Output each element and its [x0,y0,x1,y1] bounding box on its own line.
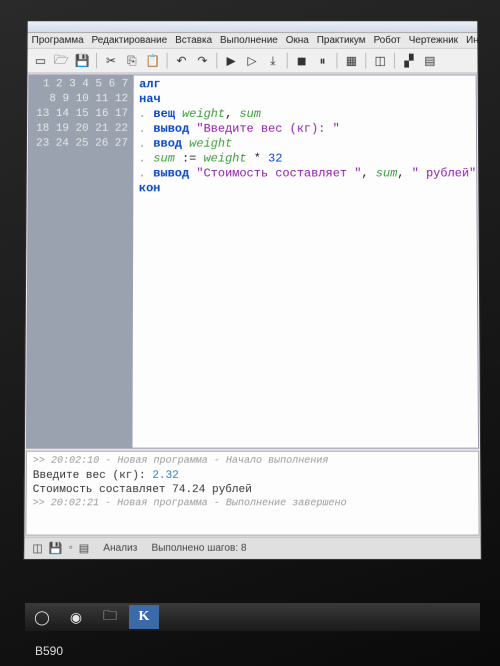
titlebar[interactable] [28,21,478,33]
copy-icon[interactable]: ⎘ [123,52,141,70]
output-meta-start: >> 20:02:10 - Новая программа - Начало в… [33,455,472,469]
save-status-icon[interactable]: 💾 [49,542,63,555]
files-icon[interactable]: 🗀 [95,605,125,629]
indent-dot: . [139,167,153,181]
paste-icon[interactable]: 📋 [144,52,162,70]
toolbar: ▭ 🗁 💾 ✂ ⎘ 📋 ↶ ↷ ▶ ▷ ⤓ ◼ ⏸ ▦ ◫ ▞ ▤ [27,49,477,74]
output-prompt-line: Введите вес (кг): 2.32 [33,469,472,483]
start-button[interactable]: ◯ [27,605,57,629]
string: "Введите вес (кг): " [189,122,340,136]
identifier: sum [376,167,398,181]
keyword: алг [139,77,161,91]
run-icon[interactable]: ▶ [222,52,240,70]
comma: , [397,167,411,181]
separator [336,53,337,69]
comma: , [361,167,375,181]
output-panel[interactable]: >> 20:02:10 - Новая программа - Начало в… [25,451,479,536]
step-icon[interactable]: ▷ [243,52,261,70]
app-window: Программа Редактирование Вставка Выполне… [23,20,482,560]
laptop-model-label: B590 [35,644,63,658]
menu-drafter[interactable]: Чертежник [409,35,458,46]
identifier: sum [153,152,175,166]
user-input-value: 2.32 [152,470,179,482]
identifier: sum [239,107,261,121]
string: " рублей" [412,167,477,181]
chrome-icon[interactable]: ◉ [61,605,91,629]
status-dot-icon[interactable]: ◦ [69,542,73,555]
statusbar: ◫ 💾 ◦ ▤ Анализ Выполнено шагов: 8 [24,537,481,559]
menu-insert[interactable]: Вставка [175,35,212,46]
keyword: вывод [153,122,189,136]
identifier: weight [182,137,232,151]
indent-dot: . [139,152,153,166]
number: 32 [268,152,282,166]
menu-program[interactable]: Программа [32,35,84,46]
keyword: нач [139,92,161,106]
separator [167,53,168,69]
keyword: вещ [153,107,175,121]
separator [365,53,366,69]
status-analysis: Анализ [103,543,137,554]
grid-icon[interactable]: ▦ [342,52,360,70]
keyword: кон [139,181,161,195]
separator [287,53,288,69]
menu-edit[interactable]: Редактирование [92,35,168,46]
cut-icon[interactable]: ✂ [102,52,120,70]
window-icon[interactable]: ◫ [371,52,389,70]
stop-icon[interactable]: ◼ [293,52,311,70]
open-icon[interactable]: 🗁 [52,52,70,70]
save-icon[interactable]: 💾 [73,52,91,70]
status-grid-icon[interactable]: ▤ [79,542,90,555]
identifier: weight [204,152,247,166]
menu-practicum[interactable]: Практикум [317,35,366,46]
menubar: Программа Редактирование Вставка Выполне… [28,33,478,49]
separator [394,53,395,69]
operator: * [247,152,269,166]
code-content[interactable]: алг нач . вещ weight, sum . вывод "Введи… [132,75,478,447]
keyword: ввод [153,137,182,151]
undo-icon[interactable]: ↶ [173,52,191,70]
keyword: вывод [153,167,189,181]
indent-dot: . [139,107,153,121]
menu-info[interactable]: Инфо [466,35,492,46]
palette-icon[interactable]: ▞ [400,52,418,70]
code-editor[interactable]: 1 2 3 4 5 6 7 8 9 10 11 12 13 14 15 16 1… [26,74,479,448]
menu-run[interactable]: Выполнение [220,35,278,46]
menu-windows[interactable]: Окна [286,35,309,46]
output-meta-end: >> 20:02:21 - Новая программа - Выполнен… [33,497,473,511]
output-result: Стоимость составляет 74.24 рублей [33,483,473,497]
comma: , [225,107,239,121]
tiles-icon[interactable]: ▤ [421,52,439,70]
menu-robot[interactable]: Робот [374,35,401,46]
pause-icon[interactable]: ⏸ [314,52,332,70]
status-icon[interactable]: ◫ [32,542,43,555]
status-steps: Выполнено шагов: 8 [151,543,246,554]
step-over-icon[interactable]: ⤓ [264,52,282,70]
identifier: weight [175,107,225,121]
kumir-app-icon[interactable]: K [129,605,159,629]
line-gutter: 1 2 3 4 5 6 7 8 9 10 11 12 13 14 15 16 1… [27,75,133,447]
operator: := [175,152,204,166]
separator [96,53,97,69]
separator [216,53,217,69]
new-file-icon[interactable]: ▭ [31,52,49,70]
string: "Стоимость составляет " [189,167,361,181]
indent-dot: . [139,122,153,136]
indent-dot: . [139,137,153,151]
redo-icon[interactable]: ↷ [193,52,211,70]
os-taskbar[interactable]: ◯ ◉ 🗀 K [25,603,480,631]
